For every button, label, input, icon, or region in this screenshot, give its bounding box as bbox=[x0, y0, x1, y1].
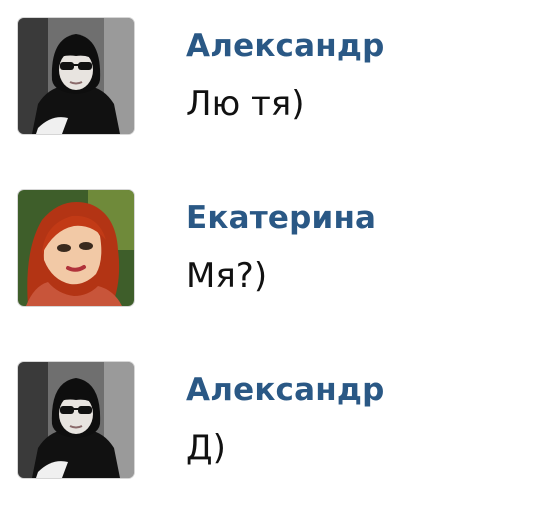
message-text: Д) bbox=[186, 428, 226, 468]
message-text: Мя?) bbox=[186, 256, 268, 296]
message-item: Екатерина Мя?) bbox=[18, 190, 538, 310]
avatar-man-sunglasses-icon[interactable] bbox=[18, 18, 134, 134]
avatar-man-sunglasses-icon[interactable] bbox=[18, 362, 134, 478]
author-name-link[interactable]: Александр bbox=[186, 28, 385, 64]
message-item: Александр Лю тя) bbox=[18, 18, 538, 138]
author-name-link[interactable]: Александр bbox=[186, 372, 385, 408]
message-list: Александр Лю тя) Екатерина Мя?) Александ… bbox=[0, 0, 550, 521]
avatar-woman-red-hair-icon[interactable] bbox=[18, 190, 134, 306]
message-item: Александр Д) bbox=[18, 362, 538, 482]
message-text: Лю тя) bbox=[186, 84, 305, 124]
author-name-link[interactable]: Екатерина bbox=[186, 200, 376, 236]
